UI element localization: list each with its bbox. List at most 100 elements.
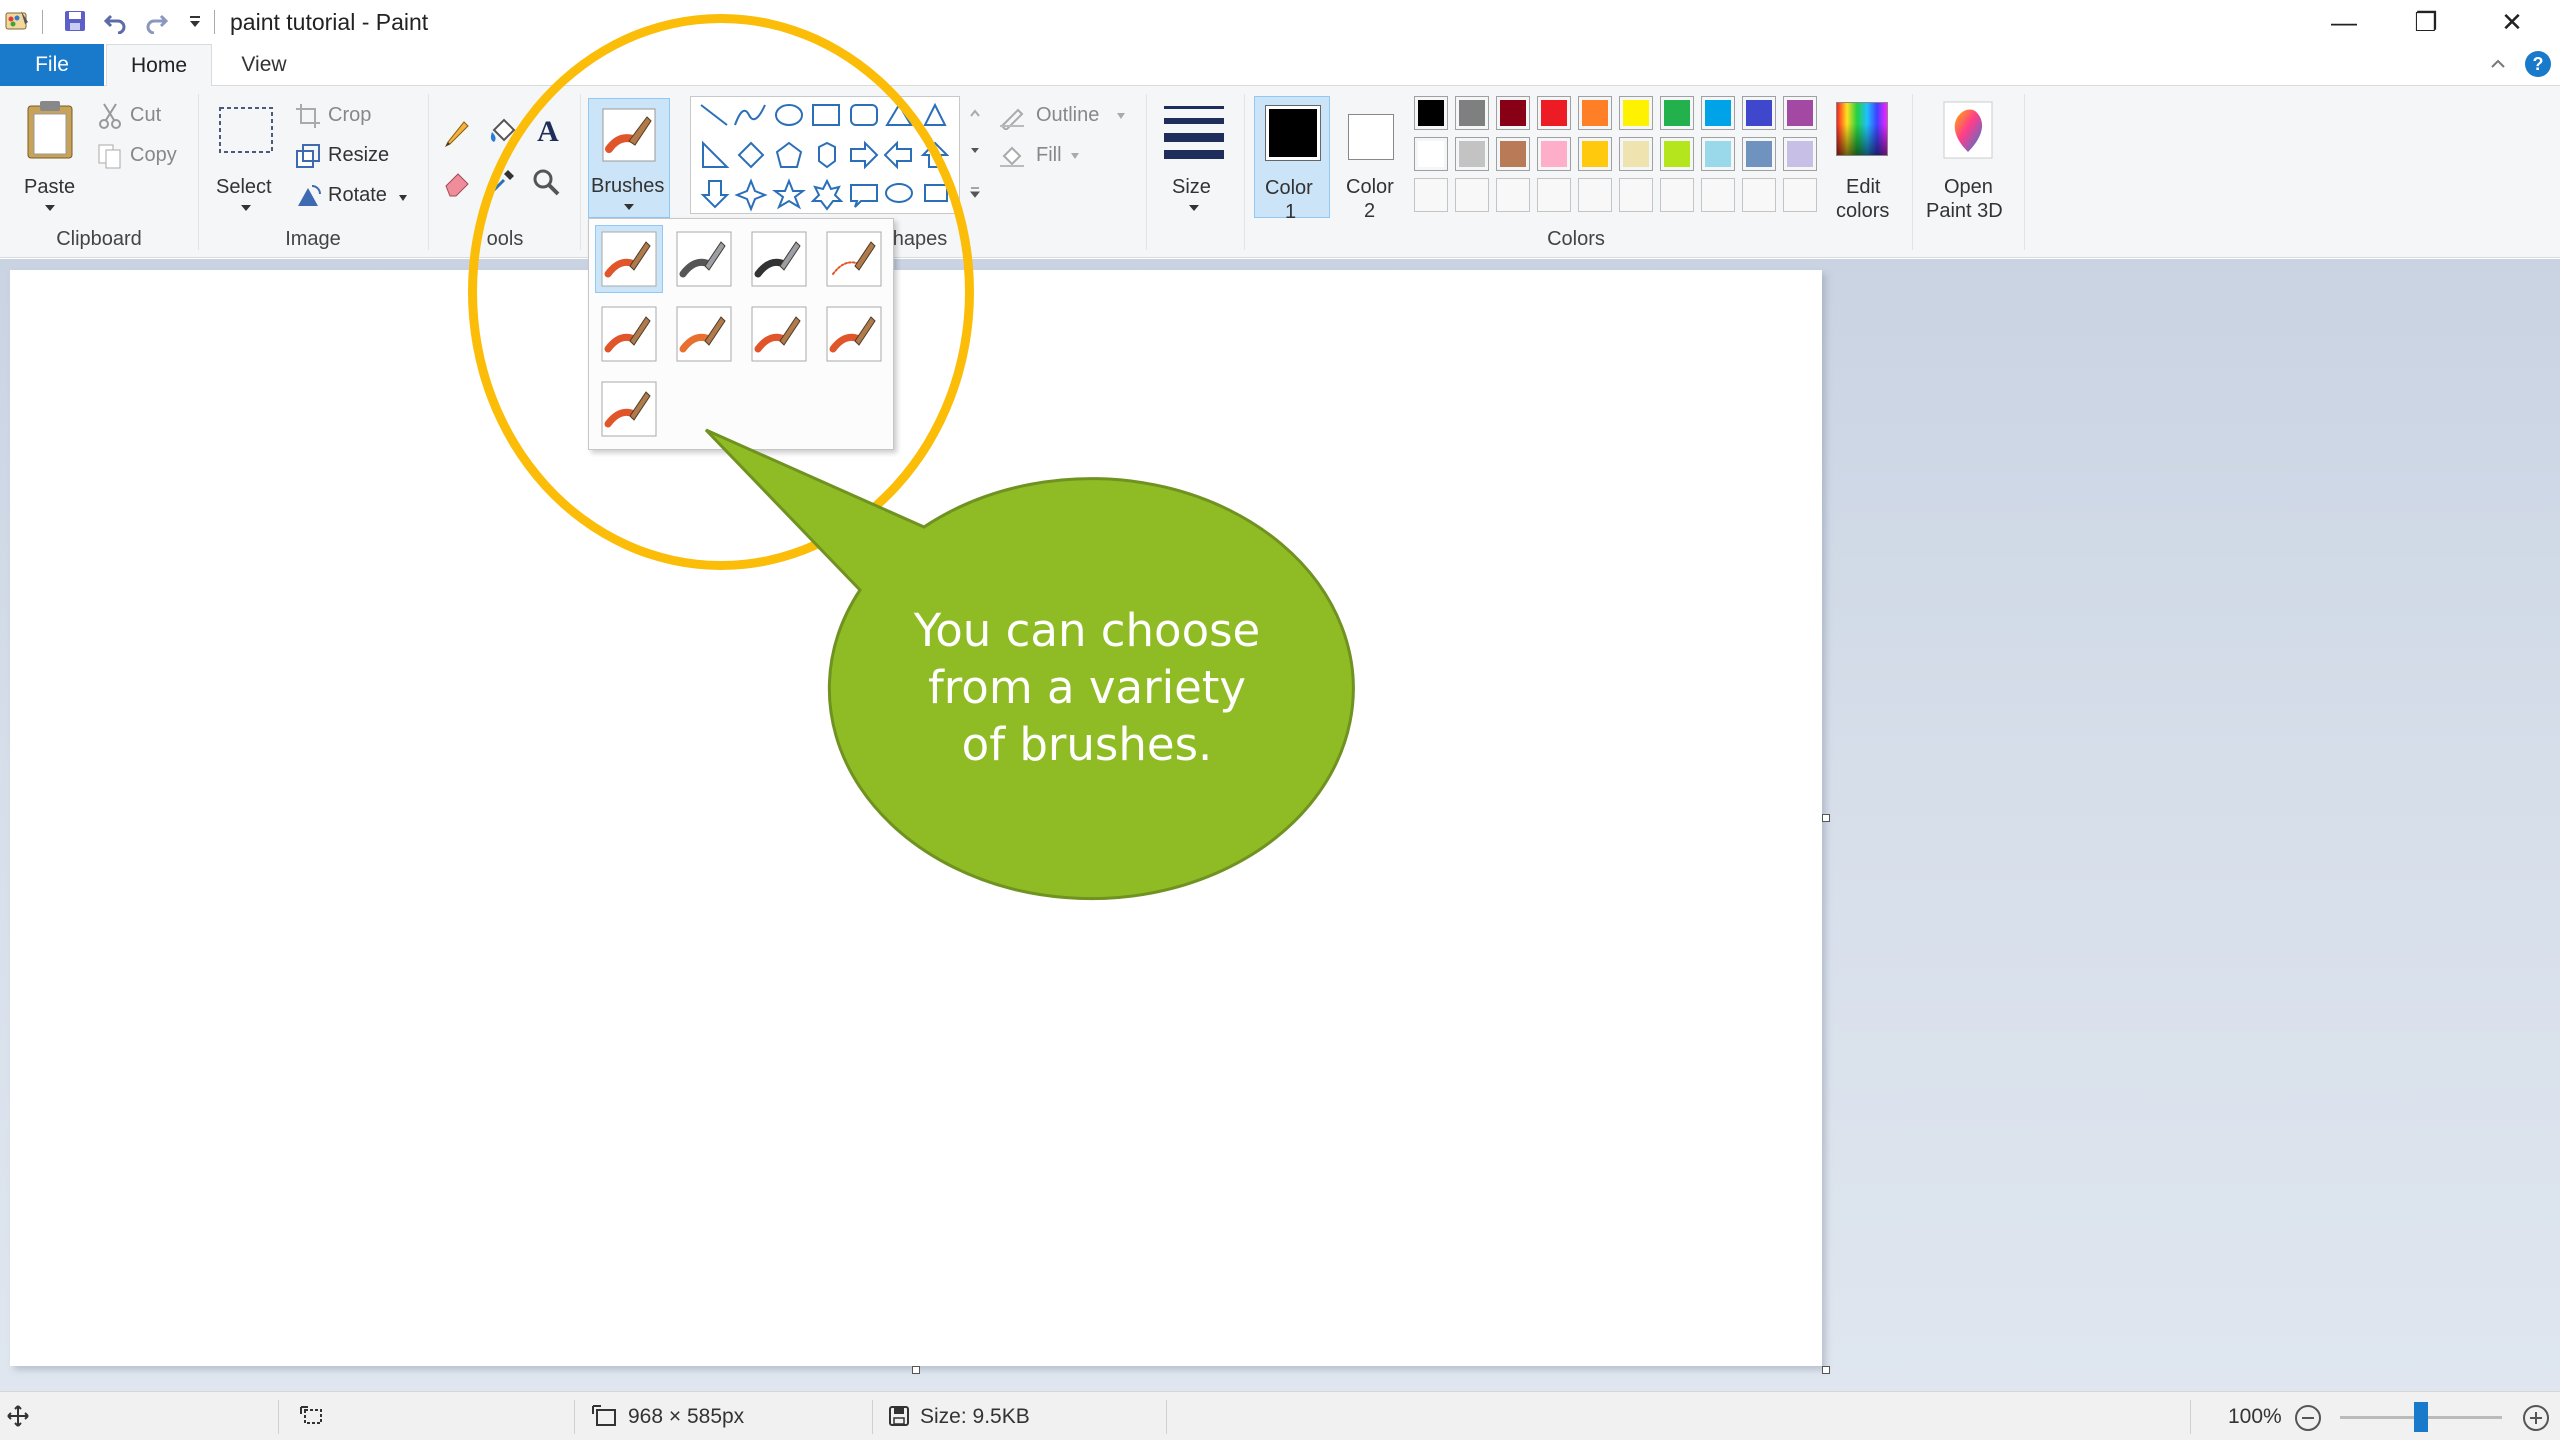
- palette-swatch[interactable]: [1660, 137, 1694, 171]
- magnifier-icon[interactable]: [530, 166, 562, 198]
- speech-bubble-line-2: from a variety: [927, 661, 1247, 714]
- palette-swatch[interactable]: [1578, 96, 1612, 130]
- crayon-icon: [676, 306, 732, 362]
- pencil-icon[interactable]: [442, 116, 474, 148]
- palette-swatch[interactable]: [1619, 178, 1653, 212]
- customize-quick-access-icon[interactable]: [180, 6, 210, 36]
- minimize-button[interactable]: —: [2302, 0, 2386, 44]
- palette-swatch[interactable]: [1578, 137, 1612, 171]
- palette-swatch[interactable]: [1414, 137, 1448, 171]
- redo-icon[interactable]: [142, 6, 172, 36]
- resize-handle-corner[interactable]: [1822, 1366, 1830, 1374]
- crop-button[interactable]: Crop: [294, 102, 394, 132]
- tab-view[interactable]: View: [214, 44, 314, 86]
- palette-swatch[interactable]: [1742, 96, 1776, 130]
- color1-button[interactable]: Color 1: [1254, 96, 1330, 223]
- svg-text:?: ?: [2533, 54, 2544, 74]
- size-button[interactable]: Size: [1160, 98, 1228, 218]
- watercolor-brush-option[interactable]: [595, 375, 663, 443]
- tab-home[interactable]: Home: [106, 44, 212, 87]
- airbrush-option[interactable]: [820, 225, 888, 293]
- palette-swatch[interactable]: [1537, 178, 1571, 212]
- palette-swatch[interactable]: [1742, 178, 1776, 212]
- oil-brush-icon: [601, 306, 657, 362]
- cut-button[interactable]: Cut: [96, 102, 176, 132]
- text-icon[interactable]: A: [532, 114, 564, 148]
- paste-button[interactable]: Paste: [14, 98, 86, 218]
- natural-pencil-option[interactable]: [820, 300, 888, 368]
- palette-swatch[interactable]: [1619, 96, 1653, 130]
- canvas-size-icon: [592, 1405, 616, 1426]
- tab-file[interactable]: File: [0, 44, 104, 86]
- copy-button[interactable]: Copy: [96, 142, 186, 172]
- palette-swatch[interactable]: [1537, 137, 1571, 171]
- oil-brush-option[interactable]: [595, 300, 663, 368]
- palette-swatch[interactable]: [1660, 96, 1694, 130]
- palette-swatch[interactable]: [1455, 96, 1489, 130]
- palette-swatch[interactable]: [1783, 137, 1817, 171]
- help-icon[interactable]: ?: [2524, 50, 2552, 78]
- restore-button[interactable]: ❐: [2384, 0, 2468, 44]
- palette-swatch[interactable]: [1496, 96, 1530, 130]
- edit-colors-button[interactable]: Edit colors: [1822, 96, 1902, 222]
- palette-swatch[interactable]: [1455, 178, 1489, 212]
- color-picker-icon[interactable]: [486, 166, 518, 198]
- shapes-scroll-icon[interactable]: [968, 106, 982, 206]
- window-title: paint tutorial - Paint: [230, 9, 429, 35]
- palette-swatch[interactable]: [1783, 96, 1817, 130]
- eraser-icon[interactable]: [442, 166, 474, 198]
- palette-swatch-color: [1664, 100, 1690, 126]
- rotate-button[interactable]: Rotate: [294, 182, 414, 212]
- drawing-canvas[interactable]: [10, 270, 1822, 1366]
- paint-app-icon[interactable]: [2, 6, 32, 36]
- palette-swatch[interactable]: [1414, 96, 1448, 130]
- brushes-button[interactable]: Brushes: [588, 98, 670, 218]
- calligraphy-brush-2-icon: [751, 231, 807, 287]
- resize-button[interactable]: Resize: [294, 142, 404, 172]
- zoom-in-icon[interactable]: [2522, 1404, 2550, 1432]
- fill-bucket-icon[interactable]: [486, 116, 518, 148]
- palette-swatch-color: [1459, 141, 1485, 167]
- crop-label: Crop: [328, 104, 372, 126]
- select-button[interactable]: Select: [212, 98, 282, 218]
- palette-swatch[interactable]: [1660, 178, 1694, 212]
- close-button[interactable]: ✕: [2470, 0, 2554, 44]
- color2-button[interactable]: Color 2: [1334, 96, 1410, 222]
- fill-dropdown[interactable]: Fill: [998, 140, 1108, 170]
- palette-swatch-color: [1664, 141, 1690, 167]
- resize-handle-right[interactable]: [1822, 814, 1830, 822]
- calligraphy-brush-2-option[interactable]: [745, 225, 813, 293]
- palette-swatch[interactable]: [1578, 178, 1612, 212]
- palette-swatch[interactable]: [1414, 178, 1448, 212]
- tools-group-label: ools: [486, 228, 524, 250]
- palette-swatch[interactable]: [1701, 178, 1735, 212]
- minimize-ribbon-icon[interactable]: [2484, 50, 2512, 78]
- palette-swatch[interactable]: [1742, 137, 1776, 171]
- palette-swatch[interactable]: [1537, 96, 1571, 130]
- divider: [198, 94, 199, 250]
- brush-option[interactable]: [595, 225, 663, 293]
- divider: [574, 1400, 575, 1434]
- crayon-option[interactable]: [670, 300, 738, 368]
- undo-icon[interactable]: [100, 6, 130, 36]
- palette-swatch[interactable]: [1496, 137, 1530, 171]
- divider: [580, 94, 581, 250]
- palette-swatch[interactable]: [1496, 178, 1530, 212]
- colors-group-label: Colors: [1547, 228, 1605, 250]
- outline-dropdown[interactable]: Outline: [998, 100, 1138, 130]
- shapes-gallery[interactable]: [690, 96, 960, 214]
- palette-swatch[interactable]: [1455, 137, 1489, 171]
- zoom-slider-thumb[interactable]: [2414, 1402, 2428, 1432]
- palette-swatch-color: [1418, 100, 1444, 126]
- palette-swatch[interactable]: [1619, 137, 1653, 171]
- color2-number: 2: [1364, 200, 1376, 222]
- resize-handle-bottom[interactable]: [912, 1366, 920, 1374]
- zoom-out-icon[interactable]: [2294, 1404, 2322, 1432]
- marker-option[interactable]: [745, 300, 813, 368]
- palette-swatch[interactable]: [1701, 137, 1735, 171]
- open-paint-3d-button[interactable]: Open Paint 3D: [1918, 96, 2018, 222]
- palette-swatch[interactable]: [1701, 96, 1735, 130]
- calligraphy-brush-1-option[interactable]: [670, 225, 738, 293]
- save-icon[interactable]: [60, 6, 90, 36]
- palette-swatch[interactable]: [1783, 178, 1817, 212]
